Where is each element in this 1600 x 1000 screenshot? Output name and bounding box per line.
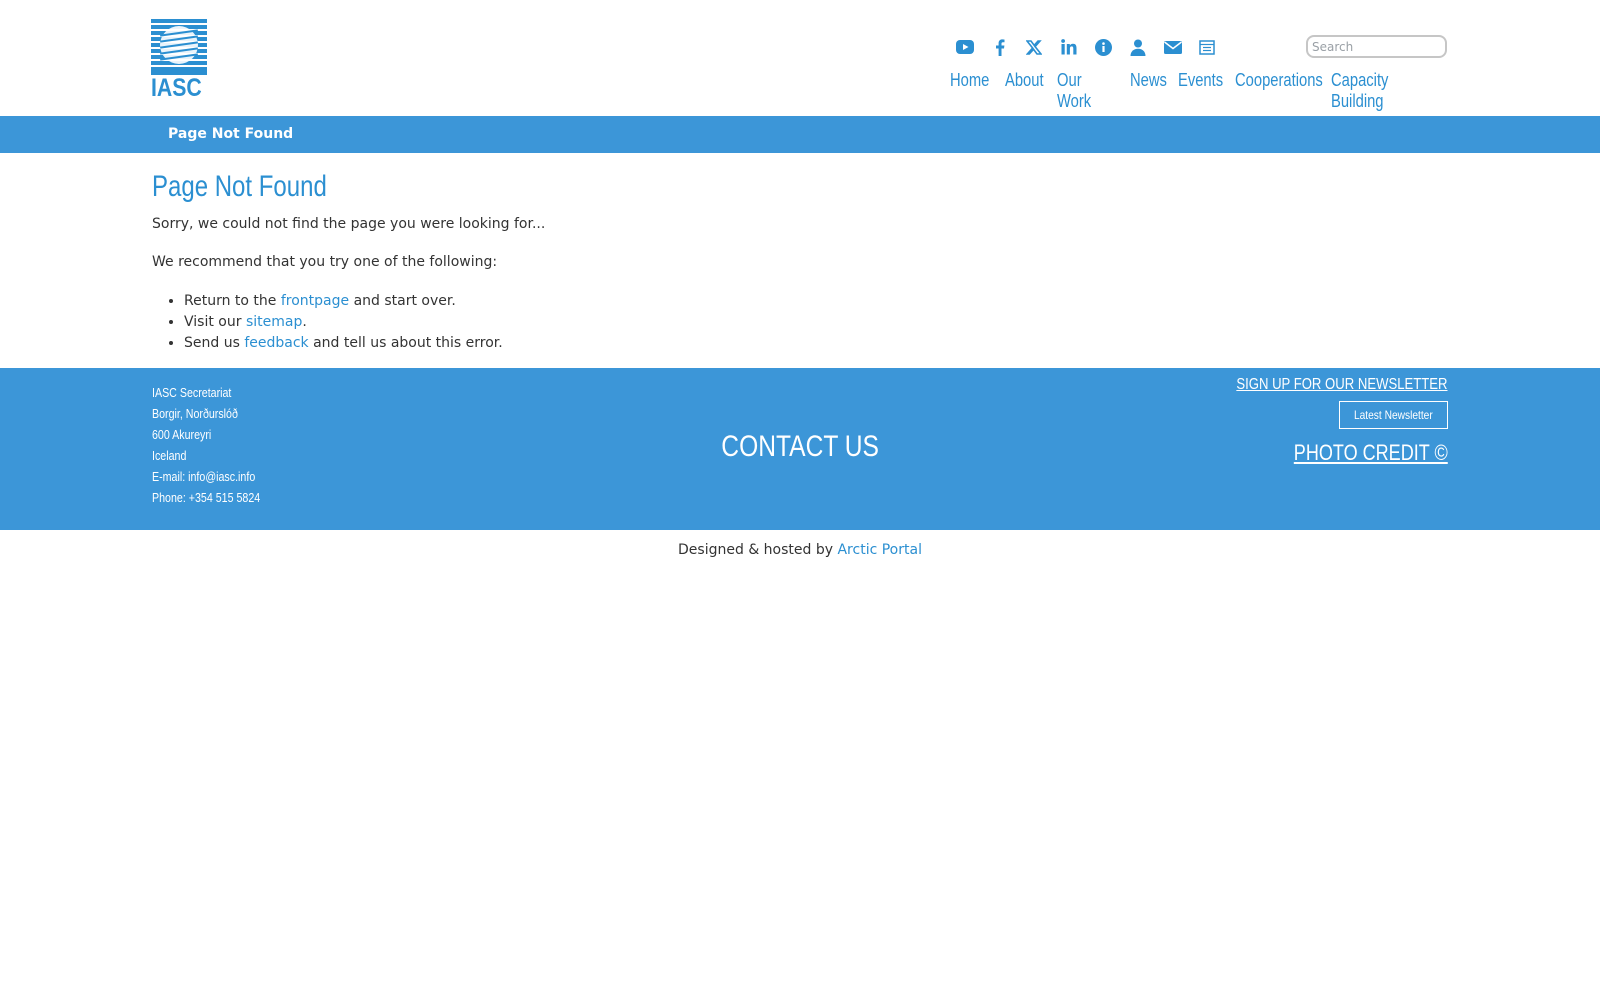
info-icon[interactable] bbox=[1086, 36, 1121, 58]
photo-credit-link[interactable]: PHOTO CREDIT © bbox=[1294, 440, 1448, 466]
address-email: E-mail: info@iasc.info bbox=[152, 469, 256, 484]
list-item: Visit our sitemap. bbox=[184, 313, 1452, 331]
error-message: Sorry, we could not find the page you we… bbox=[152, 216, 546, 232]
nav-cooperations[interactable]: Cooperations bbox=[1235, 70, 1323, 91]
iasc-logo[interactable]: IASC bbox=[151, 19, 207, 102]
breadcrumb-current: Page Not Found bbox=[168, 126, 294, 142]
address-phone: Phone: +354 515 5824 bbox=[152, 490, 261, 505]
globe-logo-icon bbox=[151, 19, 207, 75]
nav-capacity-building[interactable]: Capacity Building bbox=[1331, 70, 1388, 112]
user-icon[interactable] bbox=[1121, 36, 1156, 58]
option-text: Visit our bbox=[184, 314, 246, 330]
options-list: Return to the frontpage and start over. … bbox=[184, 292, 1452, 352]
latest-newsletter-label: Latest Newsletter bbox=[1354, 408, 1434, 422]
contact-us-link[interactable]: CONTACT US bbox=[721, 430, 879, 464]
site-footer: IASC Secretariat Borgir, Norðurslóð 600 … bbox=[0, 368, 1600, 530]
latest-newsletter-button[interactable]: Latest Newsletter bbox=[1339, 401, 1448, 429]
list-item: Return to the frontpage and start over. bbox=[184, 292, 1452, 310]
newsletter-signup-link[interactable]: SIGN UP FOR OUR NEWSLETTER bbox=[1237, 376, 1448, 394]
sitemap-link[interactable]: sitemap bbox=[246, 314, 302, 330]
nav-home[interactable]: Home bbox=[950, 70, 989, 91]
nav-about[interactable]: About bbox=[1005, 70, 1044, 91]
list-item: Send us feedback and tell us about this … bbox=[184, 334, 1452, 352]
linkedin-icon[interactable] bbox=[1052, 36, 1087, 58]
option-text: and start over. bbox=[349, 293, 456, 309]
nav-events[interactable]: Events bbox=[1178, 70, 1223, 91]
search-input[interactable] bbox=[1306, 35, 1447, 58]
address-line: IASC Secretariat bbox=[152, 385, 232, 400]
credits-text: Designed & hosted by bbox=[678, 542, 838, 558]
envelope-icon[interactable] bbox=[1156, 36, 1191, 58]
site-credits: Designed & hosted by Arctic Portal bbox=[0, 542, 1600, 558]
frontpage-link[interactable]: frontpage bbox=[281, 293, 349, 309]
nav-our-work[interactable]: Our Work bbox=[1057, 70, 1091, 112]
youtube-icon[interactable] bbox=[948, 36, 983, 58]
facebook-icon[interactable] bbox=[983, 36, 1018, 58]
address-line: Borgir, Norðurslóð bbox=[152, 406, 238, 421]
page-title: Page Not Found bbox=[152, 170, 327, 203]
nav-news[interactable]: News bbox=[1130, 70, 1167, 91]
option-text: . bbox=[302, 314, 307, 330]
recommendation-text: We recommend that you try one of the fol… bbox=[152, 254, 498, 270]
option-text: Return to the bbox=[184, 293, 281, 309]
option-text: and tell us about this error. bbox=[308, 335, 503, 351]
newsletter-icon[interactable] bbox=[1190, 36, 1225, 58]
option-text: Send us bbox=[184, 335, 245, 351]
feedback-link[interactable]: feedback bbox=[244, 335, 308, 351]
main-content: Page Not Found Sorry, we could not find … bbox=[152, 170, 1452, 355]
arctic-portal-link[interactable]: Arctic Portal bbox=[837, 542, 921, 558]
logo-wordmark: IASC bbox=[151, 74, 202, 102]
breadcrumb: Page Not Found bbox=[0, 116, 1600, 153]
social-icons bbox=[948, 36, 1225, 58]
x-twitter-icon[interactable] bbox=[1017, 36, 1052, 58]
site-header: IASC Home About Our Work News bbox=[0, 0, 1600, 116]
